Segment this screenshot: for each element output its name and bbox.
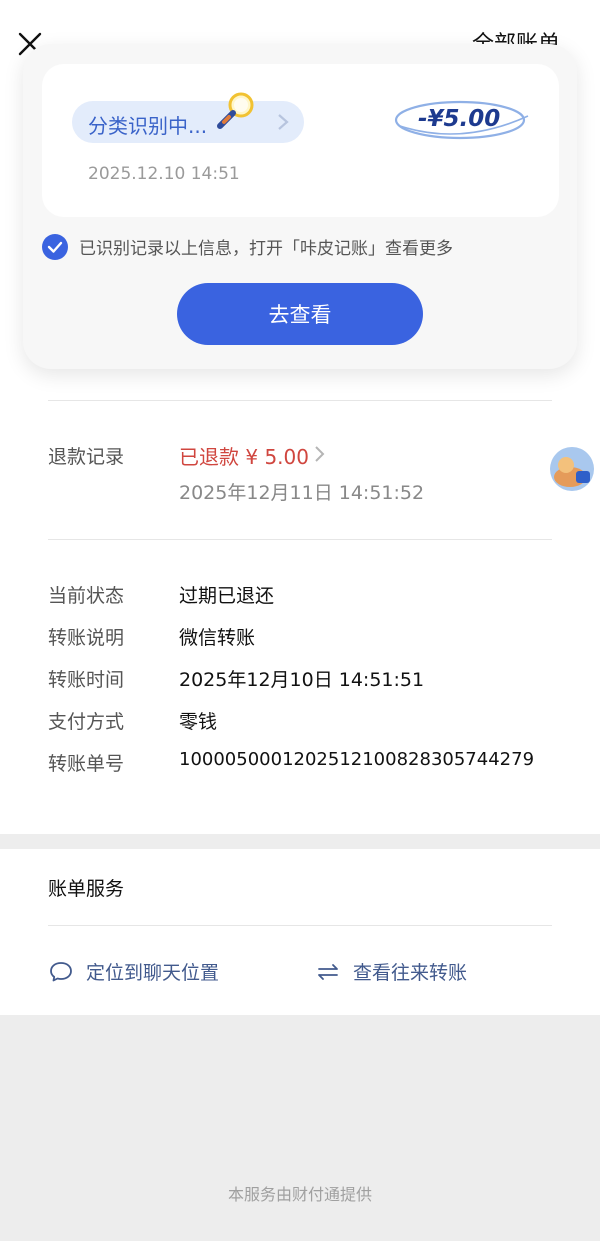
view-button[interactable]: 去查看 — [177, 283, 423, 345]
info-text: 已识别记录以上信息，打开「咔皮记账」查看更多 — [79, 239, 453, 259]
detail-label-status: 当前状态 — [48, 585, 125, 607]
locate-chat-button[interactable]: 定位到聊天位置 — [48, 958, 219, 985]
divider — [48, 539, 552, 540]
detail-value-note: 微信转账 — [179, 627, 256, 649]
check-circle-icon[interactable] — [41, 233, 69, 261]
category-label: 分类识别中... — [88, 114, 208, 138]
chat-bubble-icon — [48, 959, 74, 985]
recognition-card: 分类识别中... -¥5.00 2025.12.10 14:51 — [42, 64, 559, 217]
locate-chat-label: 定位到聊天位置 — [86, 962, 220, 984]
chevron-right-icon — [276, 112, 290, 132]
category-pill[interactable]: 分类识别中... — [72, 92, 304, 143]
refund-label: 退款记录 — [48, 446, 125, 468]
magnifier-icon — [215, 89, 259, 133]
detail-label-payment: 支付方式 — [48, 711, 125, 733]
avatar[interactable] — [550, 447, 594, 491]
recognition-popup: 分类识别中... -¥5.00 2025.12.10 14:51 已识别记录以上… — [23, 44, 577, 369]
detail-value-status: 过期已退还 — [179, 585, 275, 607]
swap-arrows-icon — [315, 959, 341, 985]
refund-status-link[interactable]: 已退款 ¥ 5.00 — [179, 441, 309, 470]
view-transfers-button[interactable]: 查看往来转账 — [315, 958, 467, 985]
detail-value-time: 2025年12月10日 14:51:51 — [179, 669, 425, 691]
detail-label-order-no: 转账单号 — [48, 753, 125, 775]
section-separator — [0, 834, 600, 849]
detail-label-note: 转账说明 — [48, 627, 125, 649]
footer-text: 本服务由财付通提供 — [227, 1185, 372, 1204]
amount-badge: -¥5.00 — [392, 96, 532, 146]
detail-label-time: 转账时间 — [48, 669, 125, 691]
bill-services-title: 账单服务 — [48, 878, 125, 900]
amount-value: -¥5.00 — [418, 106, 501, 132]
view-transfers-label: 查看往来转账 — [353, 962, 468, 984]
divider — [48, 400, 552, 401]
footer-area — [0, 1015, 600, 1241]
divider — [48, 925, 552, 926]
detail-value-order-no: 1000050001202512100828305744279 — [179, 749, 535, 770]
chevron-right-icon[interactable] — [314, 445, 326, 463]
record-date: 2025.12.10 14:51 — [88, 164, 240, 184]
refund-date: 2025年12月11日 14:51:52 — [179, 482, 425, 504]
detail-value-payment: 零钱 — [179, 711, 218, 733]
